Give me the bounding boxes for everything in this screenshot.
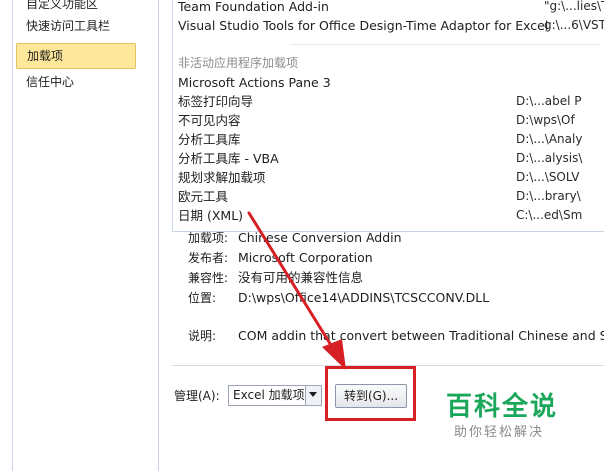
addin-name: 不可见内容 [178, 113, 241, 128]
addin-row[interactable]: 不可见内容 D:\wps\Of [178, 111, 604, 130]
nav-item-addins[interactable]: 加载项 [16, 43, 136, 69]
group-separator [291, 44, 601, 45]
manage-select-value: Excel 加载项 [233, 388, 305, 402]
detail-publisher: 发布者: Microsoft Corporation [188, 248, 373, 268]
watermark-slogan: 助你轻松解决 [454, 425, 545, 440]
addin-name: 标签打印向导 [178, 94, 254, 109]
chevron-down-icon [309, 392, 317, 397]
addin-row[interactable]: Microsoft Actions Pane 3 [178, 73, 604, 92]
excel-options-addins-dialog: 自定义功能区 快速访问工具栏 加载项 信任中心 Team Foundation … [0, 0, 604, 471]
addin-row[interactable]: Visual Studio Tools for Office Design-Ti… [178, 16, 604, 35]
detail-addin-value: Chinese Conversion Addin [238, 230, 402, 245]
addin-path: C:\...ed\Sm [516, 208, 583, 222]
addin-row[interactable]: 欧元工具 D:\...brary\ [178, 187, 604, 206]
manage-select[interactable]: Excel 加载项 [228, 385, 322, 406]
detail-description-value: COM addin that convert between Tradition… [238, 328, 604, 343]
options-nav: 自定义功能区 快速访问工具栏 加载项 信任中心 [0, 0, 168, 471]
detail-compat: 兼容性: 没有可用的兼容性信息 [188, 268, 363, 288]
addin-path: D:\...\SOLV [516, 170, 580, 184]
addin-path: "g:\...lies\T [544, 0, 604, 13]
addin-name: Visual Studio Tools for Office Design-Ti… [178, 18, 549, 33]
inactive-group-header: 非活动应用程序加载项 [178, 56, 299, 70]
detail-location: 位置: D:\wps\Office14\ADDINS\TCSCCONV.DLL [188, 288, 489, 308]
addins-list[interactable]: Team Foundation Add-in "g:\...lies\T Vis… [172, 0, 604, 232]
addin-path: D:\...abel P [516, 94, 582, 108]
detail-addin: 加载项: Chinese Conversion Addin [188, 228, 402, 248]
addin-row[interactable]: 分析工具库 D:\...\Analy [178, 130, 604, 149]
detail-compat-label: 兼容性: [188, 271, 229, 285]
addin-name: 分析工具库 - VBA [178, 151, 279, 166]
addin-name: Microsoft Actions Pane 3 [178, 75, 331, 90]
addin-name: Team Foundation Add-in [178, 0, 329, 14]
addin-row[interactable]: 日期 (XML) C:\...ed\Sm [178, 206, 604, 225]
addin-name: 规划求解加载项 [178, 170, 266, 185]
detail-publisher-label: 发布者: [188, 251, 229, 265]
detail-publisher-value: Microsoft Corporation [238, 250, 373, 265]
addin-name: 分析工具库 [178, 132, 241, 147]
addin-row[interactable]: 分析工具库 - VBA D:\...alysis\ [178, 149, 604, 168]
go-button[interactable]: 转到(G)... [335, 384, 407, 408]
addin-name: 日期 (XML) [178, 208, 244, 223]
addin-row[interactable]: 规划求解加载项 D:\...\SOLV [178, 168, 604, 187]
addin-path: D:\...brary\ [516, 189, 581, 203]
addin-path: D:\...\Analy [516, 132, 583, 146]
addin-path: D:\wps\Of [516, 113, 575, 127]
nav-item-trust-center[interactable]: 信任中心 [16, 70, 136, 94]
addin-row[interactable]: Team Foundation Add-in "g:\...lies\T [178, 0, 604, 16]
detail-description-label: 说明: [188, 329, 217, 343]
manage-label: 管理(A): [174, 389, 220, 403]
watermark-brand: 百科全说 [446, 392, 559, 422]
detail-location-label: 位置: [188, 291, 217, 305]
detail-description: 说明: COM addin that convert between Tradi… [188, 326, 604, 346]
addin-path: D:\...alysis\ [516, 151, 583, 165]
watermark: 百科全说 助你轻松解决 [428, 384, 604, 446]
detail-compat-value: 没有可用的兼容性信息 [238, 270, 364, 285]
nav-item-quick-access-toolbar[interactable]: 快速访问工具栏 [16, 14, 136, 38]
addin-name: 欧元工具 [178, 189, 229, 204]
manage-select-dropdown[interactable] [305, 386, 321, 405]
detail-location-value: D:\wps\Office14\ADDINS\TCSCCONV.DLL [238, 290, 490, 305]
addin-row[interactable]: 标签打印向导 D:\...abel P [178, 92, 604, 111]
addin-path: g:\...6\VST [544, 18, 604, 32]
detail-addin-label: 加载项: [188, 231, 229, 245]
